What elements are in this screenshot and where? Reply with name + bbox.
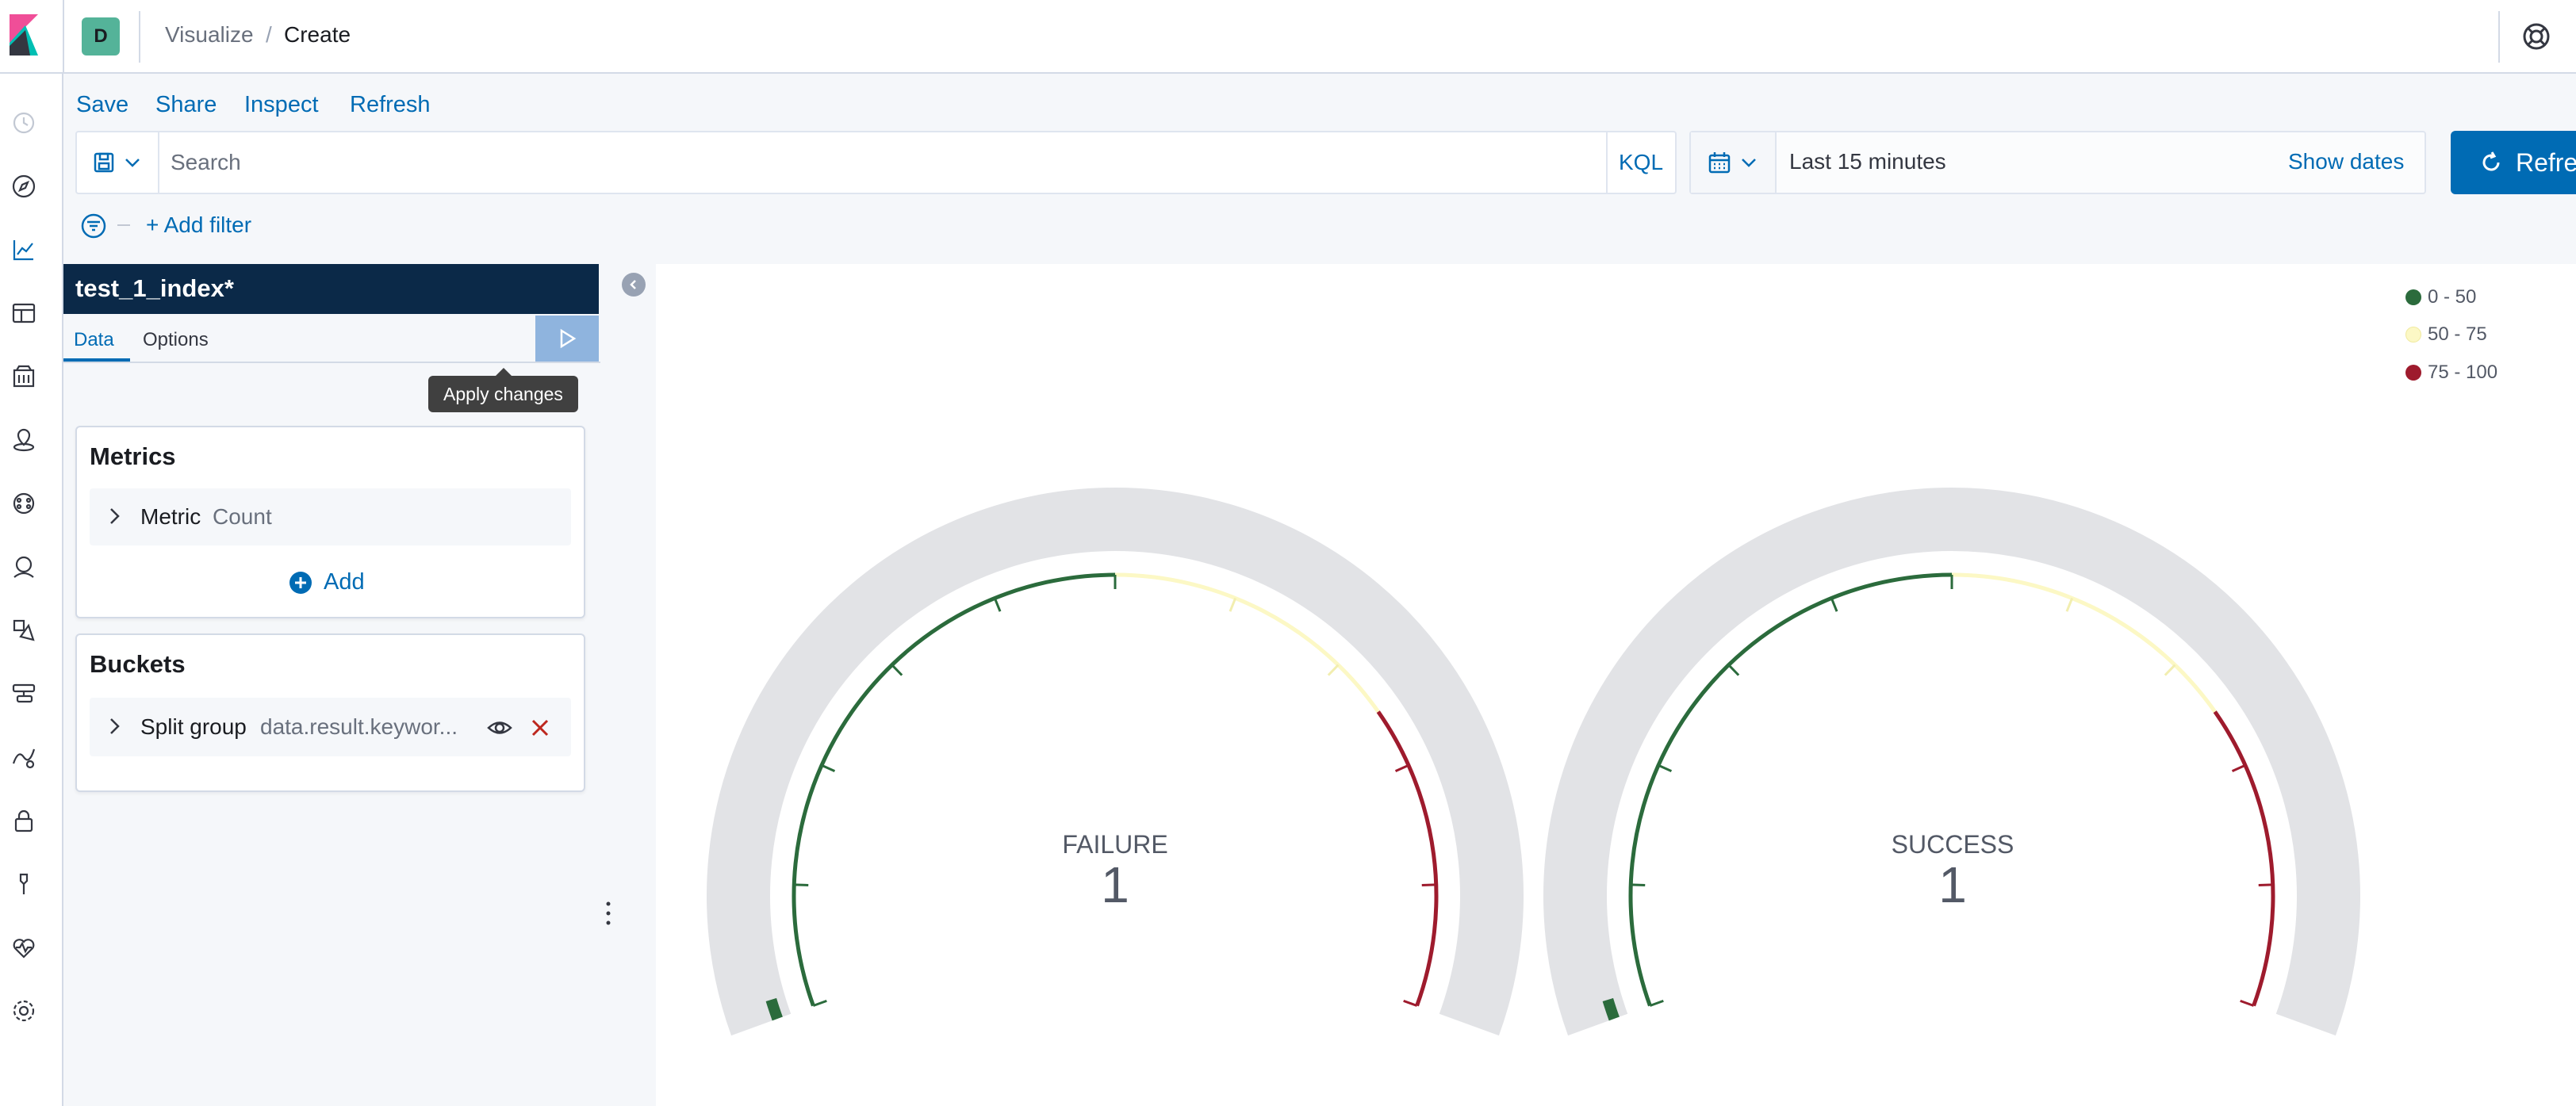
refresh-link[interactable]: Refresh: [350, 92, 431, 118]
gauge-tick: [891, 664, 903, 676]
gauge-tick: [1830, 597, 1838, 612]
gauge-background-arc: [707, 488, 1524, 1036]
add-filter-button[interactable]: + Add filter: [146, 212, 251, 238]
buckets-title: Buckets: [90, 650, 186, 678]
apply-changes-button[interactable]: [535, 316, 599, 362]
search-input[interactable]: [171, 132, 1598, 193]
gauge-tick: [1421, 883, 1436, 886]
quick-select-button[interactable]: [1691, 132, 1777, 193]
save-icon: [94, 152, 114, 173]
query-language-button[interactable]: KQL: [1606, 132, 1674, 193]
logs-icon[interactable]: [10, 679, 38, 708]
gauge-range-arc: [2213, 710, 2275, 1007]
top-header: [0, 0, 2576, 74]
tab-data[interactable]: Data: [74, 329, 114, 351]
gauge-tick: [821, 763, 836, 772]
gauge-tick: [794, 883, 809, 886]
help-icon[interactable]: [2520, 21, 2552, 52]
header-divider: [2498, 11, 2500, 63]
discover-icon[interactable]: [10, 172, 38, 201]
refresh-button-label: Refresh: [2516, 147, 2576, 177]
breadcrumb-visualize[interactable]: Visualize: [165, 22, 254, 48]
kibana-logo-icon[interactable]: [6, 14, 41, 55]
inspect-link[interactable]: Inspect: [244, 92, 319, 118]
monitoring-icon[interactable]: [10, 933, 38, 962]
apply-changes-tooltip: Apply changes: [428, 376, 578, 412]
ml-icon[interactable]: [10, 489, 38, 518]
filter-divider: [117, 224, 130, 226]
management-icon[interactable]: [10, 997, 38, 1025]
calendar-icon: [1708, 152, 1731, 174]
visualize-icon[interactable]: [10, 235, 38, 264]
metric-agg-value: Count: [213, 504, 272, 529]
gauge-value: 1: [1101, 856, 1129, 913]
breadcrumb-separator: /: [266, 22, 272, 47]
bucket-agg-value: data.result.keywor...: [260, 714, 458, 739]
gauge-tick: [2164, 664, 2176, 676]
gauge-tick: [2240, 999, 2255, 1007]
gauge-tick: [2258, 883, 2273, 886]
metrics-title: Metrics: [90, 442, 176, 470]
gauge-value: 1: [1938, 856, 1967, 913]
header-divider: [139, 11, 140, 63]
siem-icon[interactable]: [10, 553, 38, 581]
gauges-chart: [707, 488, 2360, 1036]
gauge-tick: [1631, 883, 1646, 886]
dashboard-icon[interactable]: [10, 299, 38, 327]
gauge-value-fill: [765, 997, 783, 1021]
chevron-right-icon[interactable]: [103, 715, 125, 737]
chevron-down-icon: [1742, 159, 1756, 167]
sidebar-resize-area: [600, 264, 656, 1106]
dev-tools-icon[interactable]: [10, 870, 38, 898]
gauge-tick: [1327, 664, 1340, 676]
share-link[interactable]: Share: [155, 92, 217, 118]
gauge-tick: [1658, 763, 1673, 772]
add-metric-button[interactable]: Add: [289, 569, 365, 595]
gauge-background-arc: [1543, 488, 2360, 1036]
gauge-tick: [1229, 597, 1237, 612]
refresh-button[interactable]: Refresh: [2451, 131, 2576, 194]
metric-agg-label: Metric: [140, 504, 201, 529]
show-dates-button[interactable]: Show dates: [2288, 149, 2404, 174]
saved-query-button[interactable]: [77, 132, 159, 193]
save-link[interactable]: Save: [76, 92, 128, 118]
gauge-tick: [1403, 999, 1418, 1007]
gauge-tick: [1649, 999, 1664, 1007]
chevron-down-icon: [125, 159, 140, 167]
gauge-tick: [993, 597, 1002, 612]
remove-icon[interactable]: [527, 714, 554, 741]
plus-circle-icon: [289, 571, 312, 594]
canvas-icon[interactable]: [10, 362, 38, 391]
apm-icon[interactable]: [10, 616, 38, 645]
gauge-tick: [1394, 763, 1409, 772]
tooltip-arrow: [496, 368, 512, 376]
tabs-divider: [63, 362, 600, 363]
time-range-text[interactable]: Last 15 minutes: [1789, 149, 1946, 174]
space-avatar[interactable]: D: [82, 17, 120, 55]
gauge-tick: [1727, 664, 1740, 676]
gauge-tick: [812, 999, 827, 1007]
index-pattern-title: test_1_index*: [75, 274, 234, 302]
gauge-tick: [2231, 763, 2246, 772]
filter-options-icon[interactable]: [79, 212, 108, 240]
maps-icon[interactable]: [10, 426, 38, 454]
header-divider: [63, 0, 64, 74]
gauge-value-fill: [1602, 997, 1620, 1021]
security-icon[interactable]: [10, 806, 38, 835]
breadcrumb-create: Create: [284, 22, 351, 47]
play-icon: [560, 328, 577, 349]
refresh-icon: [2482, 151, 2500, 171]
resize-handle-icon[interactable]: [603, 899, 614, 928]
uptime-icon[interactable]: [10, 743, 38, 771]
gauge-range-arc: [1376, 710, 1439, 1007]
left-navigation: [0, 74, 63, 1106]
chevron-right-icon[interactable]: [103, 505, 125, 527]
bucket-agg-label: Split group: [140, 714, 247, 739]
recent-icon[interactable]: [10, 109, 38, 137]
tab-options[interactable]: Options: [143, 329, 209, 351]
eye-icon[interactable]: [486, 714, 513, 741]
gauge-tick: [2065, 597, 2074, 612]
collapse-sidebar-icon[interactable]: [622, 273, 646, 297]
add-metric-label: Add: [324, 569, 365, 595]
